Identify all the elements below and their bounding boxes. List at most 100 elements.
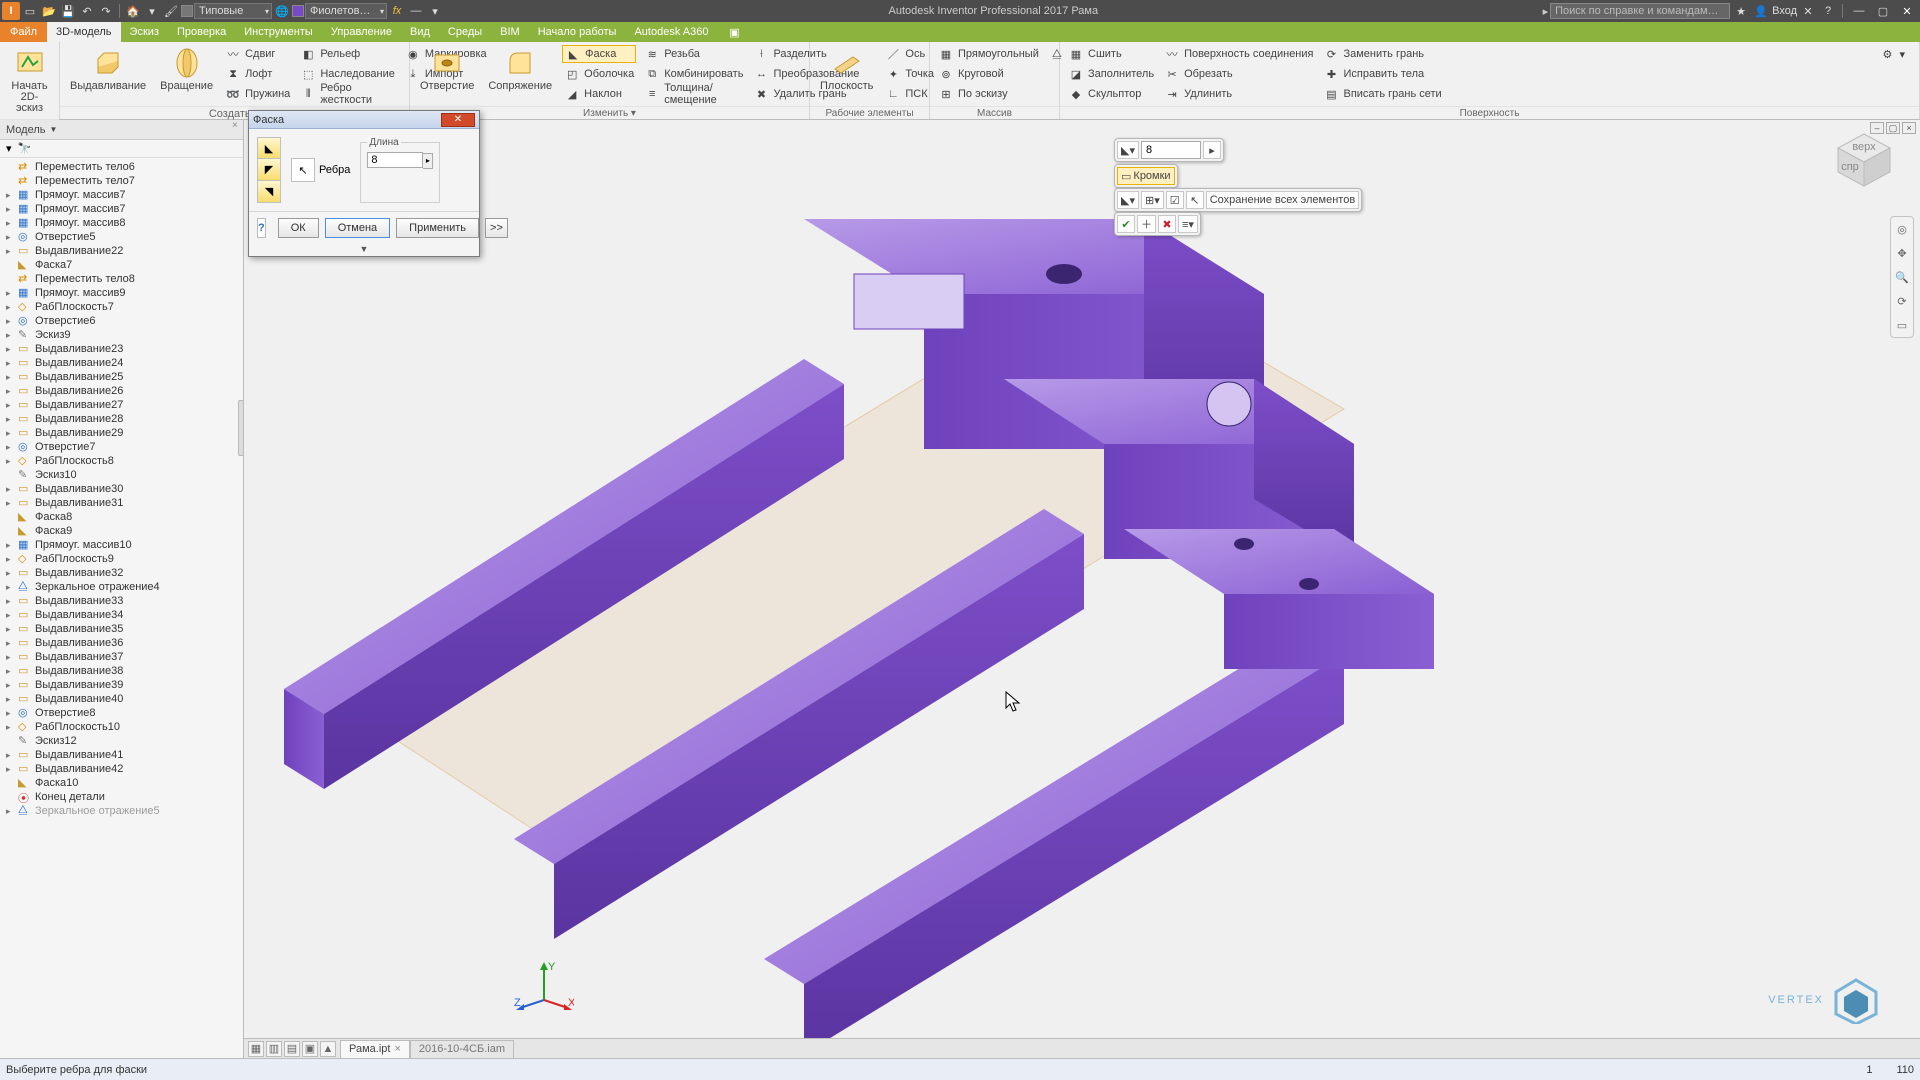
qat-more-icon[interactable]: — [407,2,425,20]
window-restore-icon[interactable]: ▢ [1872,2,1894,20]
expand-icon[interactable]: ▸ [6,722,15,733]
tree-node[interactable]: ▸◇РабПлоскость8 [0,454,243,468]
qat-save-icon[interactable]: 💾 [59,2,77,20]
apply-ok-icon[interactable]: ✔ [1117,215,1135,233]
expand-icon[interactable]: ▸ [6,624,15,635]
shell-button[interactable]: ◰Оболочка [562,65,636,83]
tree-node[interactable]: ▸◎Отверстие5 [0,230,243,244]
appearance-icon[interactable]: 🌐 [273,2,291,20]
tree-node[interactable]: ▸▦Прямоуг. массив8 [0,216,243,230]
tab-addins-icon[interactable]: ▣ [723,22,745,42]
ucs-button[interactable]: ∟ПСК [883,85,936,103]
qat-new-icon[interactable]: ▭ [21,2,39,20]
tree-node[interactable]: ✎Эскиз12 [0,734,243,748]
tree-node[interactable]: ▸▭Выдавливание42 [0,762,243,776]
tree-node[interactable]: ▸▭Выдавливание40 [0,692,243,706]
tab-a360[interactable]: Autodesk A360 [625,22,717,42]
window-close-icon[interactable]: ✕ [1896,2,1918,20]
tree-node[interactable]: ◣Фаска9 [0,524,243,538]
dialog-close-icon[interactable]: ✕ [441,113,475,127]
qat-brush-icon[interactable]: 🖌 [162,2,180,20]
dialog-help-icon[interactable]: ? [257,218,266,238]
save-all-button[interactable]: Сохранение всех элементов [1206,191,1359,209]
window-minimize-icon[interactable]: — [1848,2,1870,20]
dialog-ok-button[interactable]: ОК [278,218,319,238]
nav-pan-icon[interactable]: ✥ [1893,244,1911,262]
expand-icon[interactable]: ▸ [6,610,15,621]
thicken-button[interactable]: ≡Толщина/ смещение [642,85,745,103]
expand-icon[interactable]: ▸ [6,246,15,257]
sign-in-label[interactable]: Вход [1772,5,1797,17]
tree-node[interactable]: ▸✎Эскиз9 [0,328,243,342]
help-icon[interactable]: ? [1819,2,1837,20]
tabtool-3-icon[interactable]: ▤ [284,1041,300,1057]
expand-icon[interactable]: ▸ [6,302,15,313]
point-button[interactable]: ✦Точка [883,65,936,83]
expand-icon[interactable]: ▸ [6,190,15,201]
mode-two-distance-icon[interactable]: ◥ [257,181,281,203]
expand-icon[interactable]: ▸ [6,442,15,453]
length-spinner-icon[interactable]: ▸ [423,153,433,169]
nav-wheel-icon[interactable]: ◎ [1893,220,1911,238]
tree-node[interactable]: ▸▭Выдавливание37 [0,650,243,664]
circ-pattern-button[interactable]: ⊚Круговой [936,65,1041,83]
qat-undo-icon[interactable]: ↶ [78,2,96,20]
start-2d-sketch-button[interactable]: Начать 2D-эскиз [6,45,53,116]
tree-node[interactable]: ▸◇РабПлоскость10 [0,720,243,734]
tree-node[interactable]: ▸▭Выдавливание30 [0,482,243,496]
expand-icon[interactable]: ▸ [6,288,15,299]
dialog-expand-arrow-icon[interactable]: ▼ [249,244,479,256]
tab-environments[interactable]: Среды [439,22,491,42]
expand-icon[interactable]: ▸ [6,540,15,551]
expand-icon[interactable]: ▸ [6,344,15,355]
material-combo[interactable]: Фиолетов… [305,3,387,19]
tree-node[interactable]: ▸◇РабПлоскость7 [0,300,243,314]
dialog-expand-button[interactable]: >> [485,218,508,238]
tabtool-2-icon[interactable]: ▥ [266,1041,282,1057]
binoculars-icon[interactable]: 🔭 [18,142,32,155]
tab-view[interactable]: Вид [401,22,439,42]
qat-dropdown-icon[interactable]: ▾ [426,2,444,20]
expand-icon[interactable]: ▸ [6,372,15,383]
tab-tools[interactable]: Инструменты [235,22,322,42]
thread-button[interactable]: ≋Резьба [642,45,745,63]
tab-manage[interactable]: Управление [322,22,401,42]
loft-button[interactable]: ⧗Лофт [223,65,292,83]
tree-node[interactable]: ▸▦Прямоуг. массив10 [0,538,243,552]
tree-node[interactable]: ▸◎Отверстие7 [0,440,243,454]
expand-icon[interactable]: ▸ [6,386,15,397]
extend-button[interactable]: ⇥Удлинить [1162,85,1315,103]
expand-icon[interactable]: ▸ [6,596,15,607]
expand-icon[interactable]: ▸ [6,428,15,439]
feature-tree[interactable]: ⇄Переместить тело6⇄Переместить тело7▸▦Пр… [0,158,243,1058]
mode-distance-icon[interactable]: ◣ [257,137,281,159]
doc-tab-active[interactable]: Рама.ipt × [340,1040,410,1058]
extrude-button[interactable]: Выдавливание [66,45,150,94]
tab-inspect[interactable]: Проверка [168,22,235,42]
tree-node[interactable]: ▸⧋Зеркальное отражение5 [0,804,243,818]
apply-plus-icon[interactable]: ＋ [1137,215,1156,233]
nav-lookat-icon[interactable]: ▭ [1893,316,1911,334]
expand-icon[interactable]: ▸ [6,232,15,243]
tree-node[interactable]: ▸▭Выдавливание36 [0,636,243,650]
view-cube[interactable]: верхспр [1834,130,1894,190]
draft-button[interactable]: ◢Наклон [562,85,636,103]
tree-node[interactable]: ▸▭Выдавливание27 [0,398,243,412]
expand-icon[interactable]: ▸ [6,316,15,327]
tree-node[interactable]: ◣Фаска7 [0,258,243,272]
emboss-button[interactable]: ◧Рельеф [298,45,397,63]
tree-node[interactable]: ⇄Переместить тело7 [0,174,243,188]
value-spin-icon[interactable]: ▸ [1203,141,1221,159]
tree-node[interactable]: ▸▭Выдавливание26 [0,384,243,398]
tabtool-4-icon[interactable]: ▣ [302,1041,318,1057]
tree-node[interactable]: ▸▭Выдавливание24 [0,356,243,370]
sign-in-icon[interactable]: 👤 [1752,2,1770,20]
coil-button[interactable]: ➿Пружина [223,85,292,103]
fit-mesh-button[interactable]: ▤Вписать грань сети [1321,85,1443,103]
apply-more-icon[interactable]: ≡▾ [1178,215,1198,233]
tree-node[interactable]: ▸▭Выдавливание35 [0,622,243,636]
length-input[interactable]: 8 [367,152,423,168]
expand-icon[interactable]: ▸ [6,484,15,495]
tree-node[interactable]: ▸◎Отверстие6 [0,314,243,328]
tree-node[interactable]: ▸▭Выдавливание39 [0,678,243,692]
